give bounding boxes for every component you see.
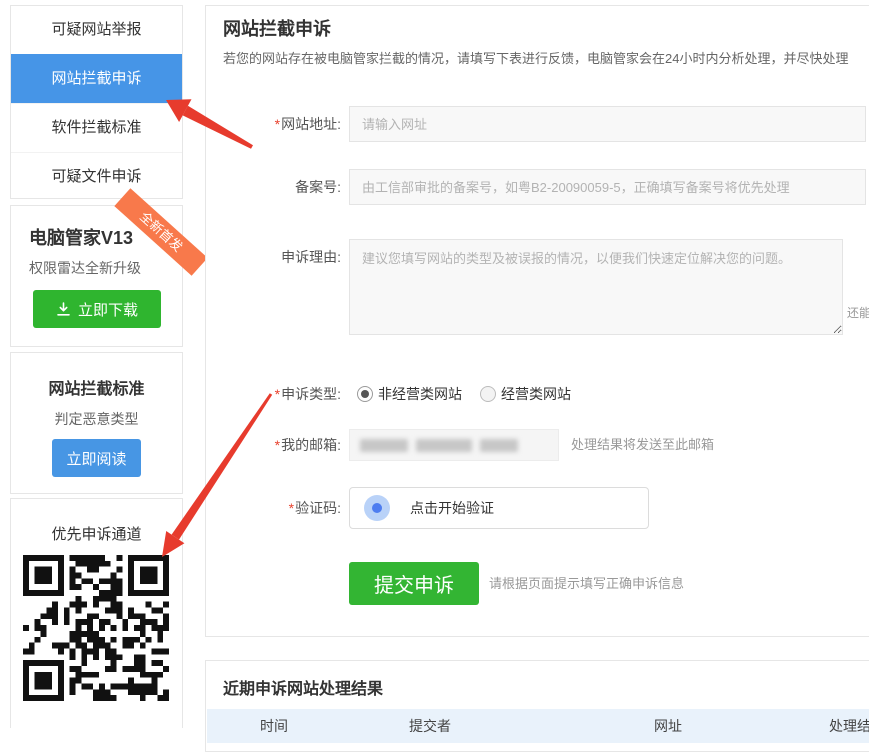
promo-card: 全新首发 电脑管家V13 权限雷达全新升级 立即下载 [10,205,183,347]
redacted-email-segment [360,439,408,452]
radio-label: 非经营类网站 [378,384,462,404]
page-title: 网站拦截申诉 [223,15,331,41]
required-mark: * [275,437,280,453]
icp-number-input[interactable] [349,169,866,205]
appeal-form-panel: 网站拦截申诉 若您的网站存在被电脑管家拦截的情况，请填写下表进行反馈，电脑管家会… [205,5,869,637]
captcha-row: *验证码: 点击开始验证 [206,487,869,529]
read-now-button[interactable]: 立即阅读 [52,439,141,477]
sidebar-item-report-suspicious-site[interactable]: 可疑网站举报 [11,6,182,54]
download-button[interactable]: 立即下载 [33,290,161,328]
column-header-submitter: 提交者 [409,716,451,736]
email-hint: 处理结果将发送至此邮箱 [571,429,714,461]
appeal-type-row: *申诉类型: 非经营类网站 经营类网站 [206,384,869,404]
page-description: 若您的网站存在被电脑管家拦截的情况，请填写下表进行反馈，电脑管家会在24小时内分… [223,48,869,67]
sidebar-item-suspicious-file-appeal[interactable]: 可疑文件申诉 [11,152,182,201]
icp-number-row: 备案号: [206,169,869,205]
sidebar-item-software-block-standard[interactable]: 软件拦截标准 [11,103,182,152]
submit-hint: 请根据页面提示填写正确申诉信息 [489,562,684,605]
site-url-input[interactable] [349,106,866,142]
radio-non-commercial-site[interactable]: 非经营类网站 [357,384,462,404]
captcha-label: *验证码: [206,487,341,529]
radio-commercial-site[interactable]: 经营类网站 [480,384,571,404]
block-standard-card: 网站拦截标准 判定恶意类型 立即阅读 [10,352,183,494]
captcha-widget[interactable]: 点击开始验证 [349,487,649,529]
priority-channel-card: 优先申诉通道 [10,498,183,728]
required-mark: * [275,116,280,132]
results-title: 近期申诉网站处理结果 [223,675,383,699]
appeal-reason-label: 申诉理由: [206,239,341,335]
captcha-dot-icon [364,495,390,521]
site-url-label: *网站地址: [206,106,341,142]
captcha-text: 点击开始验证 [410,498,494,518]
submit-appeal-button[interactable]: 提交申诉 [349,562,479,605]
column-header-url: 网址 [654,716,682,736]
char-counter: 还能输 [847,304,869,321]
site-url-row: *网站地址: [206,106,869,142]
required-mark: * [289,500,294,516]
block-standard-title: 网站拦截标准 [11,375,182,399]
sidebar-menu: 可疑网站举报 网站拦截申诉 软件拦截标准 可疑文件申诉 [10,5,183,199]
radio-label: 经营类网站 [501,384,571,404]
required-mark: * [275,386,280,402]
icp-number-label: 备案号: [206,169,341,205]
radio-unselected-icon[interactable] [480,386,496,402]
promo-title: 电脑管家V13 [29,224,133,250]
email-field[interactable] [349,429,559,461]
appeal-type-label: *申诉类型: [206,384,341,404]
column-header-time: 时间 [260,716,288,736]
redacted-email-segment [416,439,472,452]
appeal-type-options: 非经营类网站 经营类网站 [357,384,571,404]
column-header-result: 处理结果 [829,716,869,736]
qr-code [23,555,169,701]
submit-row: 提交申诉 请根据页面提示填写正确申诉信息 [206,562,869,605]
download-icon [56,302,71,317]
results-table-header: 时间 提交者 网址 处理结果 [207,709,869,743]
results-panel: 近期申诉网站处理结果 时间 提交者 网址 处理结果 [205,660,869,752]
email-label: *我的邮箱: [206,429,341,461]
priority-channel-title: 优先申诉通道 [11,523,182,544]
appeal-reason-row: 申诉理由: [206,239,869,335]
promo-subtitle: 权限雷达全新升级 [29,258,141,278]
block-standard-subtitle: 判定恶意类型 [11,409,182,429]
sidebar-item-site-block-appeal[interactable]: 网站拦截申诉 [11,54,182,103]
radio-selected-icon[interactable] [357,386,373,402]
redacted-email-segment [480,439,518,452]
appeal-reason-textarea[interactable] [349,239,843,335]
download-button-label: 立即下载 [78,299,138,320]
email-row: *我的邮箱: 处理结果将发送至此邮箱 [206,429,869,461]
